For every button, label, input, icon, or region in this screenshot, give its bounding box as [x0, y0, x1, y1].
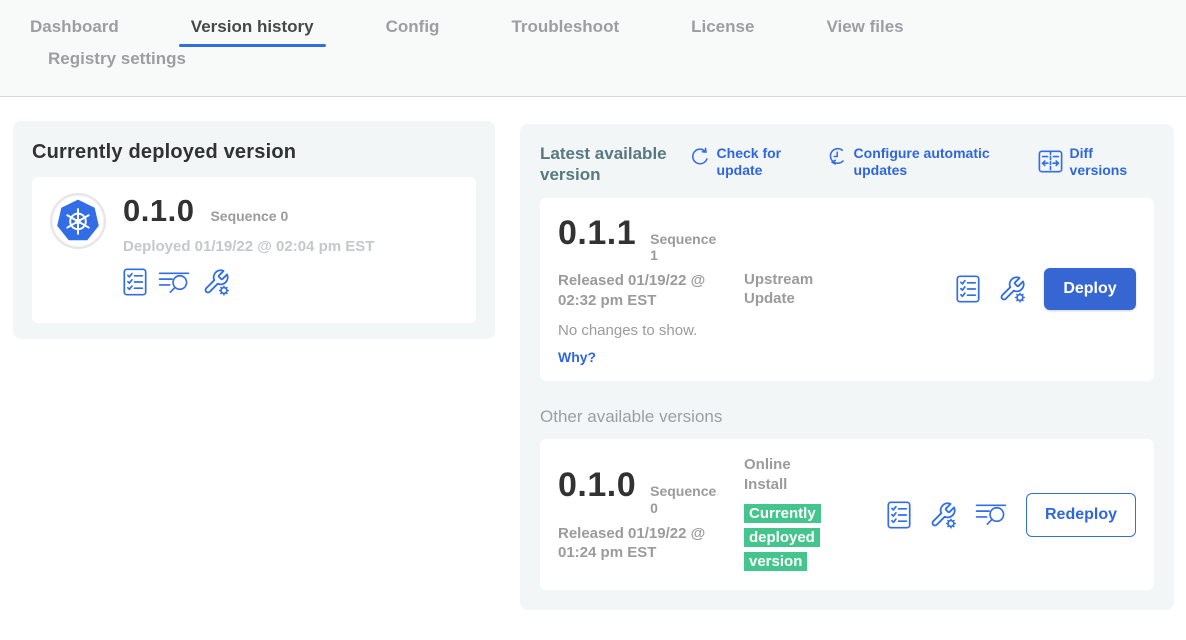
check-for-update-label: Check for update	[717, 145, 801, 179]
tab-registry-settings[interactable]: Registry settings	[36, 48, 198, 70]
tab-troubleshoot[interactable]: Troubleshoot	[499, 16, 631, 38]
latest-version-number: 0.1.1	[558, 214, 636, 253]
other-sequence-label: Sequence 0	[650, 483, 722, 517]
deployed-timestamp: Deployed 01/19/22 @ 02:04 pm EST	[123, 238, 374, 255]
latest-sequence-label: Sequence 1	[650, 231, 722, 265]
diff-icon	[1038, 150, 1063, 173]
top-navigation: Dashboard Version history Config Trouble…	[0, 0, 1186, 97]
latest-version-source: Upstream Update	[744, 270, 862, 309]
schedule-update-icon	[827, 145, 847, 168]
other-version-card: 0.1.0 Sequence 0 Released 01/19/22 @ 01:…	[540, 439, 1154, 590]
currently-deployed-badge: Currently deployed version	[744, 502, 844, 574]
tab-version-history[interactable]: Version history	[179, 16, 326, 38]
other-version-number: 0.1.0	[558, 466, 636, 505]
other-version-actions: Redeploy	[887, 493, 1136, 537]
preflight-checks-icon[interactable]	[123, 268, 147, 296]
nav-row-1: Dashboard Version history Config Trouble…	[0, 0, 1186, 38]
latest-version-card: 0.1.1 Sequence 1 Released 01/19/22 @ 02:…	[540, 198, 1154, 382]
online-install-label: Online Install	[744, 455, 834, 494]
deployed-version-details: 0.1.0 Sequence 0 Deployed 01/19/22 @ 02:…	[123, 193, 374, 296]
currently-deployed-badge-text: Currently deployed version	[744, 504, 821, 571]
check-for-update-link[interactable]: Check for update	[690, 145, 801, 179]
preflight-checks-icon[interactable]	[956, 275, 980, 303]
why-link[interactable]: Why?	[558, 349, 596, 365]
deployed-version-number: 0.1.0	[123, 193, 194, 229]
diff-versions-link[interactable]: Diff versions	[1038, 145, 1154, 179]
refresh-icon	[690, 145, 710, 168]
currently-deployed-panel: Currently deployed version 0.1.0	[13, 121, 495, 339]
latest-available-title: Latest available version	[540, 143, 690, 186]
edit-config-icon[interactable]	[998, 275, 1026, 303]
edit-config-icon[interactable]	[202, 268, 230, 296]
tab-license[interactable]: License	[679, 16, 766, 38]
other-version-details: 0.1.0 Sequence 0 Released 01/19/22 @ 01:…	[558, 466, 744, 563]
no-changes-text: No changes to show.	[558, 322, 744, 339]
latest-released-timestamp: Released 01/19/22 @ 02:32 pm EST	[558, 271, 726, 310]
upstream-update-label: Upstream Update	[744, 270, 834, 309]
deployed-version-card: 0.1.0 Sequence 0 Deployed 01/19/22 @ 02:…	[32, 177, 476, 323]
latest-available-header: Latest available version Check for updat…	[540, 143, 1154, 186]
redeploy-button[interactable]: Redeploy	[1026, 493, 1136, 537]
deployed-sequence-label: Sequence 0	[210, 208, 288, 224]
configure-automatic-updates-label: Configure automatic updates	[854, 145, 1012, 179]
latest-available-panel: Latest available version Check for updat…	[520, 124, 1174, 610]
deploy-logs-icon[interactable]	[975, 501, 1008, 528]
configure-automatic-updates-link[interactable]: Configure automatic updates	[827, 145, 1012, 179]
latest-version-details: 0.1.1 Sequence 1 Released 01/19/22 @ 02:…	[558, 214, 744, 366]
preflight-checks-icon[interactable]	[887, 501, 911, 529]
deploy-logs-icon[interactable]	[158, 269, 191, 296]
currently-deployed-title: Currently deployed version	[32, 141, 476, 164]
latest-version-actions: Deploy	[956, 268, 1136, 310]
kubernetes-logo-icon	[50, 193, 106, 249]
tab-dashboard[interactable]: Dashboard	[18, 16, 131, 38]
tab-view-files[interactable]: View files	[814, 16, 915, 38]
other-version-source: Online Install Currently deployed versio…	[744, 455, 862, 574]
deploy-button[interactable]: Deploy	[1044, 268, 1136, 310]
tab-config[interactable]: Config	[374, 16, 452, 38]
other-released-timestamp: Released 01/19/22 @ 01:24 pm EST	[558, 524, 726, 563]
nav-row-2: Registry settings	[0, 38, 1186, 70]
diff-versions-label: Diff versions	[1070, 145, 1154, 179]
other-available-versions-title: Other available versions	[540, 407, 1154, 427]
edit-config-icon[interactable]	[929, 501, 957, 529]
